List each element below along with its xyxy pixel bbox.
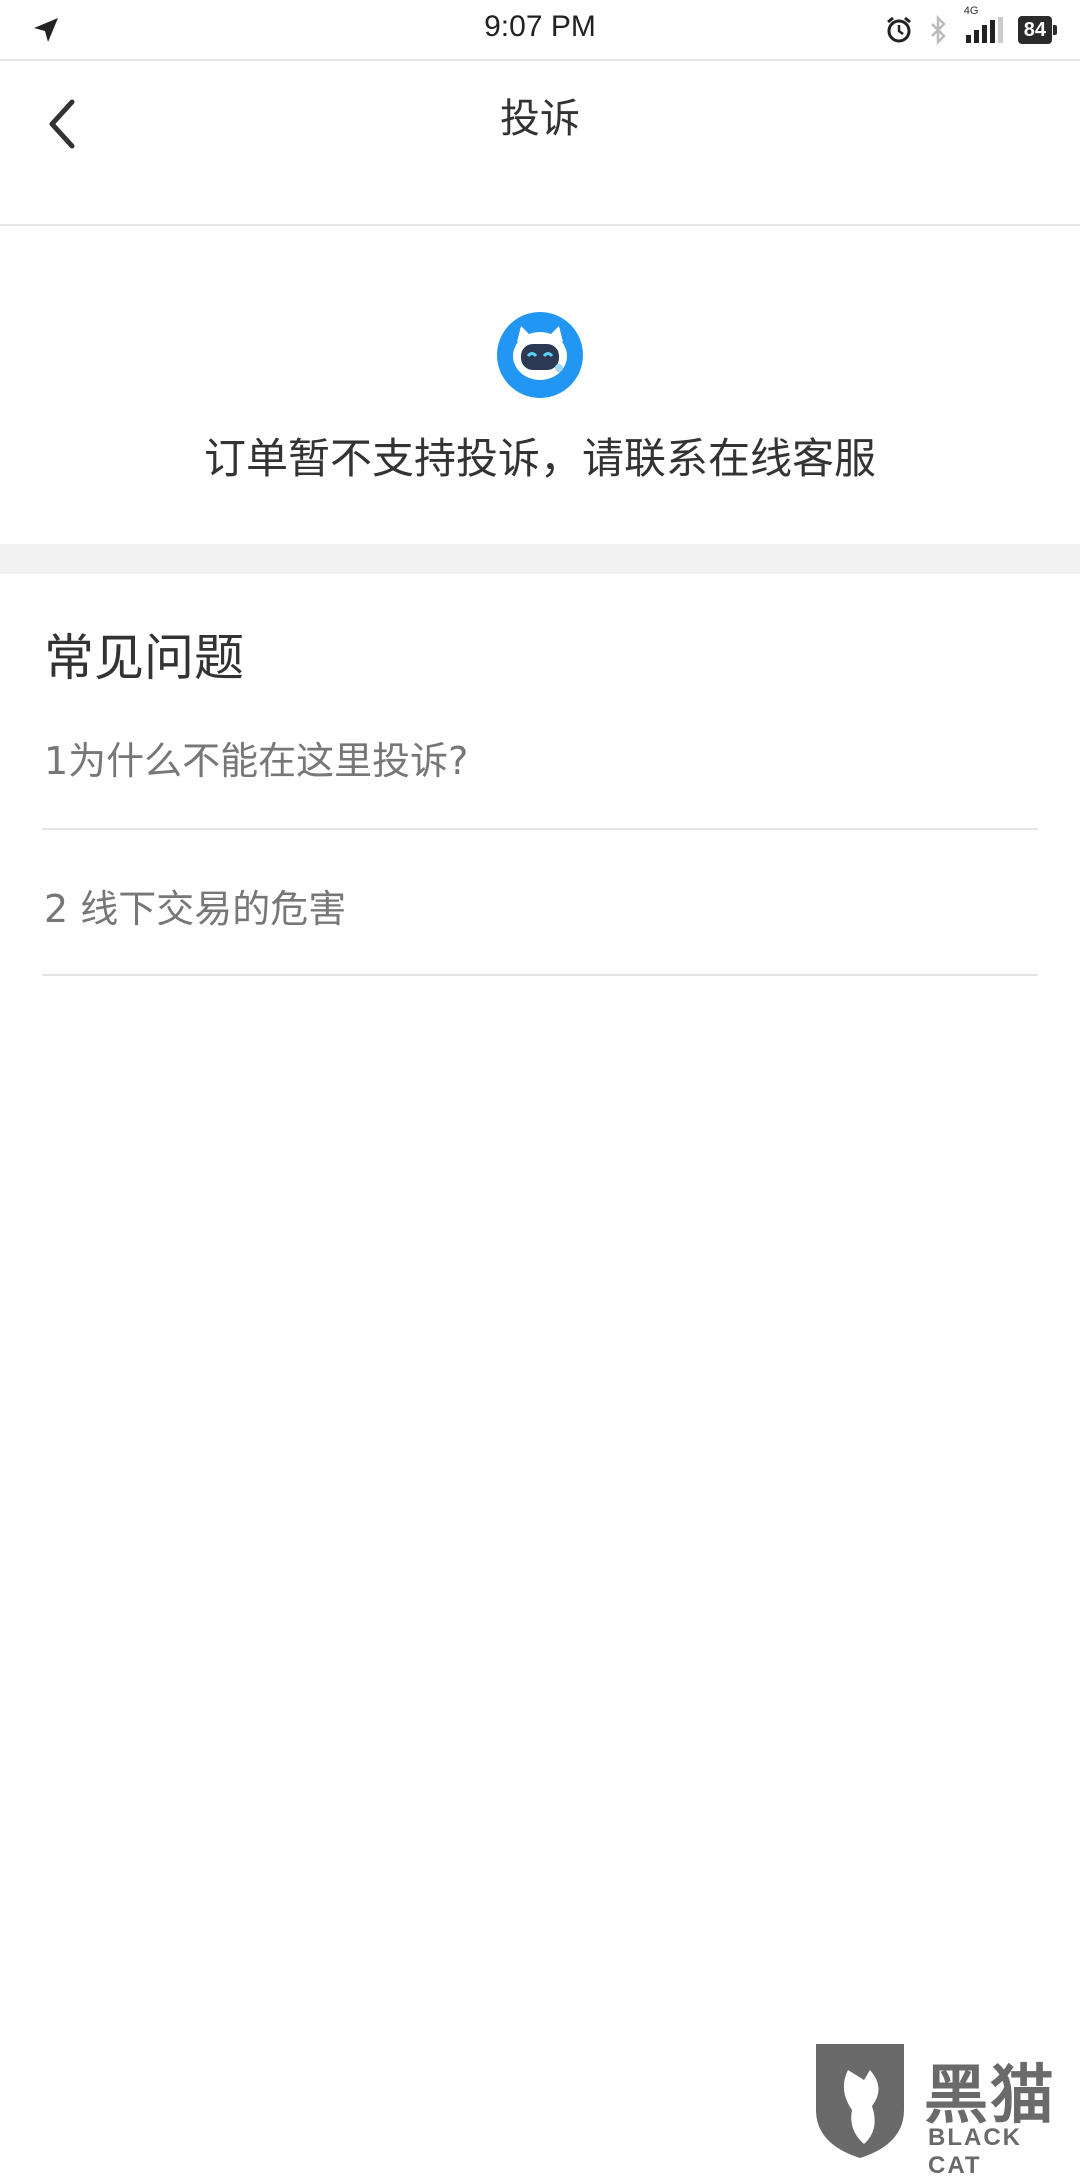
signal-icon: 4G <box>964 5 1004 45</box>
page-title: 投诉 <box>500 96 580 142</box>
notice-message: 订单暂不支持投诉，请联系在线客服 <box>203 434 876 483</box>
status-bar: 9:07 PM 4G 84 <box>0 0 1080 61</box>
network-label: 4G <box>963 5 979 17</box>
watermark-text-cn: 黑猫 <box>924 2059 1056 2133</box>
black-cat-watermark: 黑猫 BLACK CAT <box>808 2040 1080 2179</box>
bluetooth-icon <box>930 15 946 45</box>
faq-item-label: 2 线下交易的危害 <box>44 887 347 931</box>
watermark-text-en: BLACK CAT <box>928 2124 1022 2179</box>
faq-item[interactable]: 1为什么不能在这里投诉? <box>42 720 1038 830</box>
alarm-clock-icon <box>886 16 911 43</box>
faq-item[interactable]: 2 线下交易的危害 <box>42 868 1038 978</box>
section-divider <box>0 544 1080 574</box>
cat-shield-logo-icon <box>816 2044 904 2158</box>
battery-indicator: 84 <box>1017 16 1058 44</box>
faq-item-divider <box>42 828 1038 830</box>
faq-title: 常见问题 <box>44 629 244 687</box>
status-icons: 4G 84 <box>884 5 1058 48</box>
service-bot-icon <box>497 312 583 398</box>
faq-item-divider <box>42 974 1038 976</box>
faq-item-label: 1为什么不能在这里投诉? <box>44 739 469 783</box>
